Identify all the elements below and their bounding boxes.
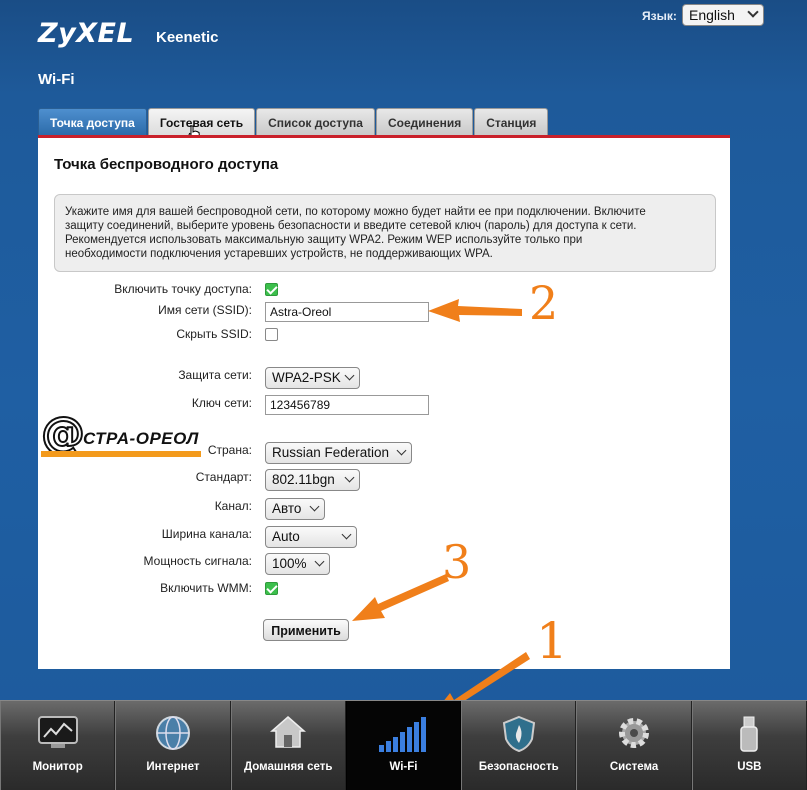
nav-label: Монитор <box>32 761 83 773</box>
arrow-3 <box>352 574 449 621</box>
gear-icon <box>619 718 650 748</box>
annotation-arrows <box>352 299 530 718</box>
nav-label: Безопасность <box>478 761 559 773</box>
nav-label: Домашняя сеть <box>243 761 333 773</box>
arrow-2 <box>428 299 522 322</box>
nav-item-home-network[interactable]: Домашняя сеть <box>230 701 346 790</box>
monitor-icon <box>37 716 78 748</box>
wifi-bars-icon <box>379 717 427 752</box>
nav-item-system[interactable]: Система <box>576 701 692 790</box>
shield-icon <box>502 715 535 753</box>
nav-label: USB <box>737 761 762 773</box>
annotation-number-2: 2 <box>529 276 559 330</box>
nav-item-wifi[interactable]: Wi-Fi <box>345 701 462 790</box>
house-icon <box>270 716 307 748</box>
nav-item-security[interactable]: Безопасность <box>461 701 577 790</box>
nav-label: Wi-Fi <box>389 761 418 773</box>
annotation-number-3: 3 <box>442 535 472 589</box>
nav-item-usb[interactable]: USB <box>691 701 807 790</box>
nav-item-monitor[interactable]: Монитор <box>0 701 116 790</box>
annotation-number-1: 1 <box>536 612 568 670</box>
bottom-nav: Монитор Интернет Домашняя сеть Wi-Fi Без… <box>0 700 807 790</box>
globe-icon <box>155 716 190 750</box>
usb-icon <box>740 716 759 752</box>
nav-label: Система <box>609 761 659 773</box>
nav-label: Интернет <box>146 761 200 773</box>
nav-item-internet[interactable]: Интернет <box>115 701 231 790</box>
